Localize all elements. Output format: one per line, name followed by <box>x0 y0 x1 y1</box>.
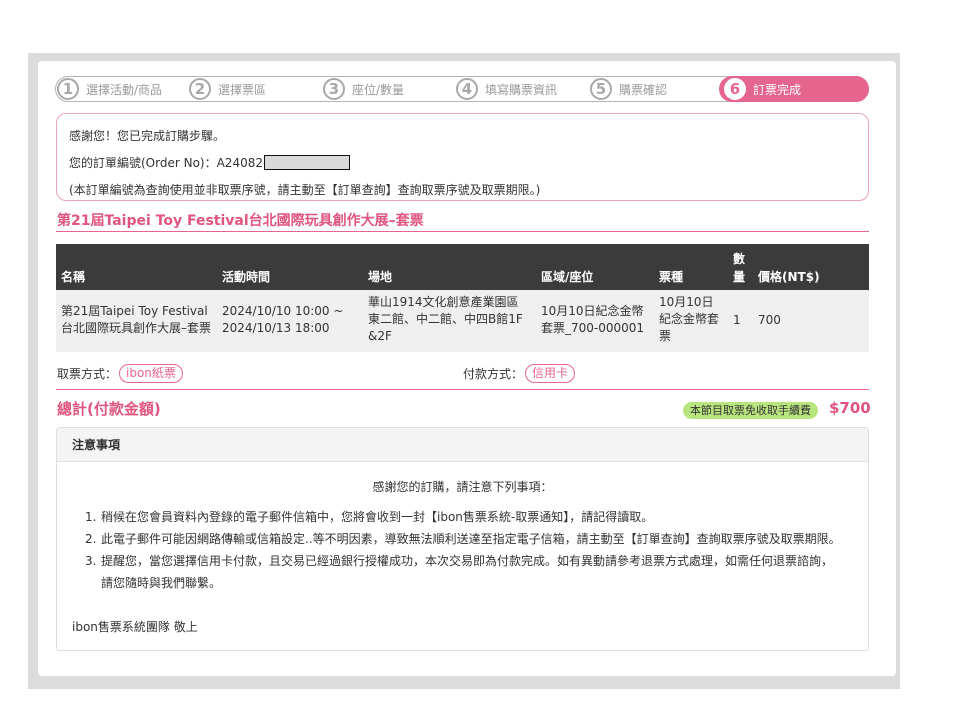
cell-venue: 華山1914文化創意產業園區 東二館、中二館、中四B館1F &2F <box>368 294 523 345</box>
list-item-number: 2. <box>85 532 97 546</box>
list-item-text-continued: 請您隨時與我們聯繫。 <box>101 576 222 590</box>
step-label: 選擇票區 <box>218 82 267 97</box>
cell-name-line: 台北國際玩具創作大展–套票 <box>61 321 212 335</box>
event-title: 第21屆Taipei Toy Festival台北國際玩具創作大展–套票 <box>57 213 424 229</box>
step-label: 填寫購票資訊 <box>485 82 558 97</box>
step-complete: 6 訂票完成 <box>724 77 801 101</box>
cell-type: 10月10日 紀念金幣套 票 <box>659 294 719 345</box>
pickup-method-label: 取票方式： <box>57 367 118 381</box>
cell-type-line: 10月10日 <box>659 295 714 309</box>
step-label: 座位/數量 <box>352 82 405 97</box>
order-number-note: (本訂單編號為查詢使用並非取票序號，請主動至【訂單查詢】查詢取票序號及取票期限。… <box>69 183 541 197</box>
list-item: 1. 稍候在您會員資料內登錄的電子郵件信箱中，您將會收到一封【ibon售票系統-… <box>85 506 841 528</box>
divider <box>56 231 869 232</box>
list-item: 3. 提醒您，當您選擇信用卡付款，且交易已經過銀行授權成功，本次交易即為付款完成… <box>85 550 841 594</box>
step-fill-info: 4 填寫購票資訊 <box>456 77 557 101</box>
col-name: 名稱 <box>61 270 86 284</box>
list-item-text: 此電子郵件可能因網路傳輸或信箱設定..等不明因素，導致無法順利送達至指定電子信箱… <box>101 532 841 546</box>
order-complete-message: 感謝您！您已完成訂購步驟。 您的訂單編號(Order No)：A24082 (本… <box>56 113 869 201</box>
step-number: 2 <box>189 78 211 100</box>
ticket-table-header: 名稱 活動時間 場地 區域/座位 票種 數 量 價格(NT$) <box>56 244 869 290</box>
cell-type-line: 紀念金幣套 <box>659 312 720 326</box>
step-number: 1 <box>57 78 79 100</box>
thanks-line: 感謝您！您已完成訂購步驟。 <box>69 129 226 143</box>
divider <box>56 389 869 390</box>
cell-type-line: 票 <box>659 329 672 343</box>
notice-signature: ibon售票系統團隊 敬上 <box>72 620 198 634</box>
step-number: 3 <box>323 78 345 100</box>
cell-time: 2024/10/10 10:00 ~ 2024/10/13 18:00 <box>222 303 343 337</box>
payment-method-label: 付款方式： <box>463 367 524 381</box>
list-item: 2. 此電子郵件可能因網路傳輸或信箱設定..等不明因素，導致無法順利送達至指定電… <box>85 528 841 550</box>
fee-waived-badge: 本節目取票免收取手續費 <box>683 402 818 419</box>
step-confirm: 5 購票確認 <box>590 77 667 101</box>
step-select-event: 1 選擇活動/商品 <box>57 77 162 101</box>
cell-time-line: 2024/10/13 18:00 <box>222 321 330 335</box>
payment-method-badge: 信用卡 <box>525 364 576 383</box>
cell-name: 第21屆Taipei Toy Festival 台北國際玩具創作大展–套票 <box>61 303 211 337</box>
payment-method: 付款方式： 信用卡 <box>463 364 576 383</box>
col-qty-top: 數 <box>733 252 746 266</box>
order-steps: 1 選擇活動/商品 2 選擇票區 3 座位/數量 4 填寫購票資訊 5 購票確認… <box>55 76 869 102</box>
notice-box: 注意事項 感謝您的訂購，請注意下列事項： 1. 稍候在您會員資料內登錄的電子郵件… <box>56 427 869 651</box>
notice-list: 1. 稍候在您會員資料內登錄的電子郵件信箱中，您將會收到一封【ibon售票系統-… <box>85 506 841 594</box>
redacted-order-number <box>263 155 350 170</box>
total-amount: $700 <box>829 399 871 417</box>
cell-venue-line: &2F <box>368 329 392 343</box>
step-label: 選擇活動/商品 <box>86 82 163 97</box>
col-venue: 場地 <box>368 270 393 284</box>
list-item-number: 1. <box>85 510 97 524</box>
cell-area-line: 套票_700-000001 <box>541 321 645 335</box>
list-item-text: 提醒您，當您選擇信用卡付款，且交易已經過銀行授權成功，本次交易即為付款完成。如有… <box>101 554 834 568</box>
cell-venue-line: 華山1914文化創意產業園區 <box>368 295 519 309</box>
cell-area: 10月10日紀念金幣 套票_700-000001 <box>541 303 644 337</box>
cell-name-line: 第21屆Taipei Toy Festival <box>61 304 208 318</box>
list-item-text: 稍候在您會員資料內登錄的電子郵件信箱中，您將會收到一封【ibon售票系統-取票通… <box>101 510 654 524</box>
col-price: 價格(NT$) <box>758 270 820 284</box>
notice-intro: 感謝您的訂購，請注意下列事項： <box>372 480 553 494</box>
cell-qty: 1 <box>733 313 741 327</box>
order-number-label: 您的訂單編號(Order No)：A24082 <box>69 156 263 170</box>
step-number: 5 <box>590 78 612 100</box>
pickup-method: 取票方式： ibon紙票 <box>57 364 183 383</box>
cell-area-line: 10月10日紀念金幣 <box>541 304 644 318</box>
pickup-method-badge: ibon紙票 <box>119 364 183 383</box>
step-label: 訂票完成 <box>753 82 802 97</box>
step-number: 4 <box>456 78 478 100</box>
col-time: 活動時間 <box>222 270 271 284</box>
cell-venue-line: 東二館、中二館、中四B館1F <box>368 312 523 326</box>
order-number-line: 您的訂單編號(Order No)：A24082 <box>69 150 856 177</box>
step-select-area: 2 選擇票區 <box>189 77 266 101</box>
cell-time-line: 2024/10/10 10:00 ~ <box>222 304 344 318</box>
total-label: 總計(付款金額) <box>57 400 161 418</box>
notice-title: 注意事項 <box>57 428 868 462</box>
cell-price: 700 <box>758 313 781 327</box>
step-number: 6 <box>724 78 746 100</box>
col-area: 區域/座位 <box>541 270 594 284</box>
list-item-number: 3. <box>85 554 97 568</box>
step-seat-qty: 3 座位/數量 <box>323 77 404 101</box>
col-type: 票種 <box>659 270 684 284</box>
table-row: 第21屆Taipei Toy Festival 台北國際玩具創作大展–套票 20… <box>56 290 869 352</box>
col-qty-bottom: 量 <box>733 270 746 284</box>
step-label: 購票確認 <box>619 82 668 97</box>
